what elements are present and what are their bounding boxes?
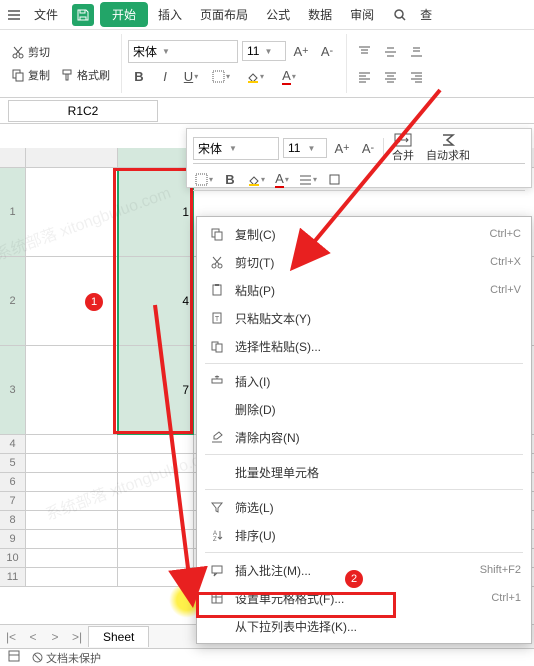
cell[interactable] <box>26 257 118 345</box>
border-icon[interactable]: ▾ <box>206 66 236 88</box>
ctx-dropdown-label: 从下拉列表中选择(K)... <box>235 618 521 635</box>
menu-data[interactable]: 数据 <box>300 2 340 27</box>
cell[interactable] <box>26 568 118 586</box>
hamburger-icon[interactable] <box>4 5 24 25</box>
annotation-badge-2: 2 <box>345 570 363 588</box>
align-top-icon[interactable] <box>353 40 375 62</box>
cell[interactable] <box>26 346 118 434</box>
row-header-7[interactable]: 7 <box>0 492 26 510</box>
row-header-11[interactable]: 11 <box>0 568 26 586</box>
search-icon[interactable] <box>390 5 410 25</box>
row-header-9[interactable]: 9 <box>0 530 26 548</box>
cut-button[interactable]: 剪切 <box>8 42 53 62</box>
row-header-5[interactable]: 5 <box>0 454 26 472</box>
painter-label: 格式刷 <box>77 67 110 83</box>
save-icon[interactable] <box>72 4 94 26</box>
col-header-1[interactable] <box>26 148 118 167</box>
row-header-10[interactable]: 10 <box>0 549 26 567</box>
menu-layout[interactable]: 页面布局 <box>192 2 256 27</box>
select-all-corner[interactable] <box>0 148 26 167</box>
ctx-paste-text-label: 只粘贴文本(Y) <box>235 310 521 327</box>
ctx-clear-label: 清除内容(N) <box>235 429 521 446</box>
ctx-insert-label: 插入(I) <box>235 373 521 390</box>
ctx-paste-shortcut: Ctrl+V <box>490 284 521 296</box>
font-size-value: 11 <box>247 44 259 58</box>
fill-color-icon[interactable]: ▾ <box>240 66 270 88</box>
row-header-3[interactable]: 3 <box>0 346 26 434</box>
col-header-2[interactable] <box>118 148 194 167</box>
decrease-font-icon[interactable]: A- <box>316 40 338 62</box>
ctx-filter-label: 筛选(L) <box>235 499 521 516</box>
annotation-badge-1: 1 <box>85 293 103 311</box>
row-header-1[interactable]: 1 <box>0 168 26 256</box>
ctx-copy-shortcut: Ctrl+C <box>490 228 521 240</box>
sheet-first-icon[interactable]: |< <box>0 630 22 644</box>
menu-file[interactable]: 文件 <box>26 2 66 27</box>
menu-bar: 文件 开始 插入 页面布局 公式 数据 审阅 查 <box>0 0 534 30</box>
font-size-select[interactable]: 11▼ <box>242 41 286 61</box>
mini-font-select[interactable]: 宋体▼ <box>193 137 279 160</box>
copy-icon <box>207 227 227 241</box>
copy-label: 复制 <box>28 67 50 83</box>
ctx-paste-special-label: 选择性粘贴(S)... <box>235 338 521 355</box>
font-family-value: 宋体 <box>133 43 157 60</box>
ctx-paste-label: 粘贴(P) <box>235 282 490 299</box>
ctx-sort-label: 排序(U) <box>235 527 521 544</box>
cell[interactable] <box>26 473 118 491</box>
sheet-prev-icon[interactable]: < <box>22 630 44 644</box>
cut-label: 剪切 <box>28 44 50 60</box>
cell[interactable] <box>26 454 118 472</box>
mini-bold-icon[interactable]: B <box>219 168 241 190</box>
mini-font-value: 宋体 <box>198 140 222 157</box>
row-header-8[interactable]: 8 <box>0 511 26 529</box>
bold-icon[interactable]: B <box>128 66 150 88</box>
protect-status: 文档未保护 <box>32 650 101 666</box>
annotation-arrow-2 <box>150 300 270 610</box>
name-box[interactable]: R1C2 <box>8 100 158 122</box>
underline-icon[interactable]: U▾ <box>180 66 202 88</box>
ctx-batch-label: 批量处理单元格 <box>235 464 521 481</box>
layout-icon[interactable] <box>8 650 20 665</box>
status-bar: 文档未保护 <box>0 648 534 666</box>
menu-review[interactable]: 审阅 <box>342 2 382 27</box>
align-bottom-icon[interactable] <box>405 40 427 62</box>
copy-button[interactable]: 复制 <box>8 65 53 85</box>
align-middle-icon[interactable] <box>379 40 401 62</box>
cell[interactable] <box>26 168 118 256</box>
paste-icon <box>207 283 227 297</box>
ctx-delete-label: 删除(D) <box>235 401 521 418</box>
row-header-4[interactable]: 4 <box>0 435 26 453</box>
annotation-arrow-1 <box>280 80 460 280</box>
menu-insert[interactable]: 插入 <box>150 2 190 27</box>
cut-icon <box>207 255 227 269</box>
ctx-cut-shortcut: Ctrl+X <box>490 256 521 268</box>
cell[interactable] <box>26 435 118 453</box>
clipboard-group: 剪切 复制 格式刷 <box>8 34 122 93</box>
mini-fill-icon[interactable]: ▾ <box>245 168 267 190</box>
ctx-format-shortcut: Ctrl+1 <box>491 592 521 604</box>
sheet-last-icon[interactable]: >| <box>66 630 88 644</box>
sheet-tab[interactable]: Sheet <box>88 626 149 647</box>
ctx-comment-shortcut: Shift+F2 <box>480 564 521 576</box>
italic-icon[interactable]: I <box>154 66 176 88</box>
mini-border-icon[interactable]: ▾ <box>193 168 215 190</box>
row-header-2[interactable]: 2 <box>0 257 26 345</box>
increase-font-icon[interactable]: A+ <box>290 40 312 62</box>
cell[interactable] <box>26 549 118 567</box>
sheet-next-icon[interactable]: > <box>44 630 66 644</box>
font-family-select[interactable]: 宋体▼ <box>128 40 238 63</box>
row-header-6[interactable]: 6 <box>0 473 26 491</box>
cell[interactable] <box>26 492 118 510</box>
cell[interactable] <box>26 530 118 548</box>
protect-label: 文档未保护 <box>46 653 101 665</box>
cell[interactable] <box>26 511 118 529</box>
menu-formula[interactable]: 公式 <box>258 2 298 27</box>
menu-search[interactable]: 查 <box>412 2 440 27</box>
format-painter-button[interactable]: 格式刷 <box>57 65 113 85</box>
menu-start[interactable]: 开始 <box>100 2 148 27</box>
